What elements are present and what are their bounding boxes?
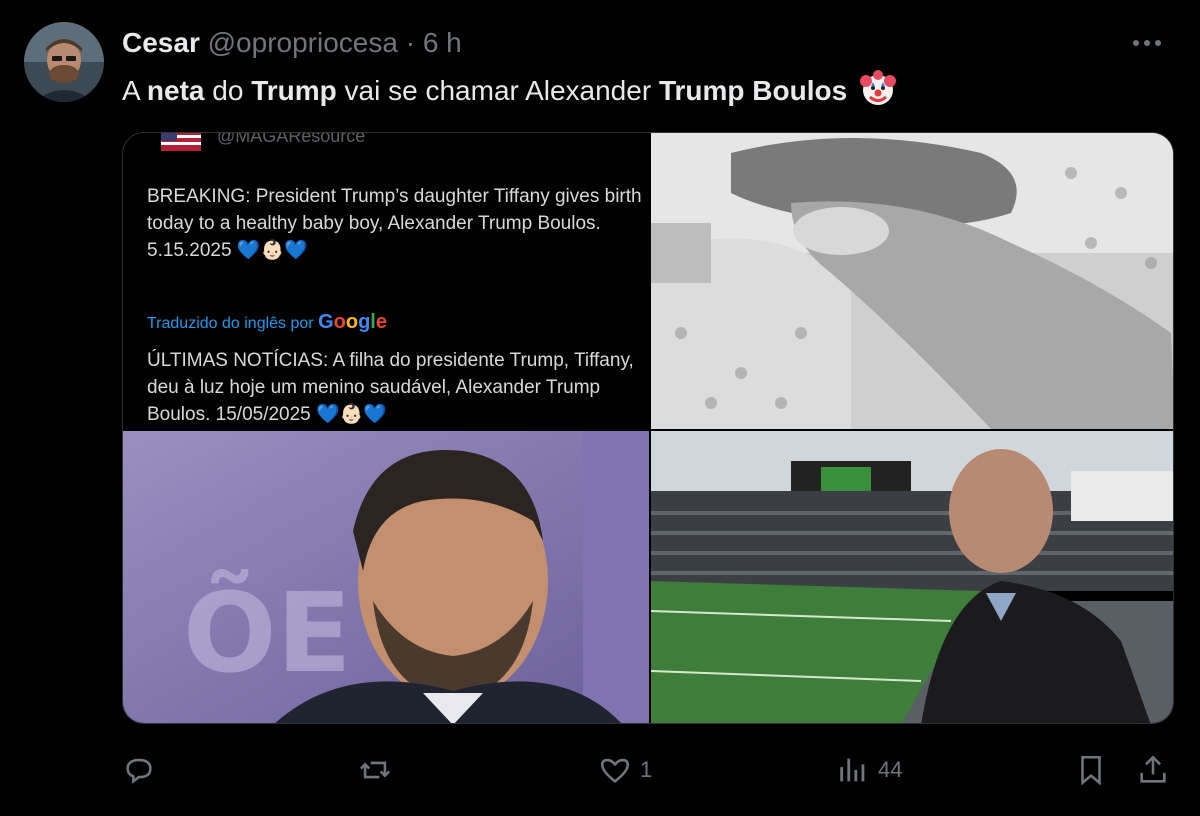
- tweet-text-part: A: [122, 75, 147, 106]
- svg-text:ÕE: ÕE: [183, 568, 352, 697]
- bookmark-icon: [1081, 755, 1101, 786]
- tweet-text-bold: neta: [146, 75, 205, 106]
- action-bar: 1 44: [122, 748, 1174, 792]
- views-button[interactable]: 44: [836, 748, 902, 792]
- author-name[interactable]: Cesar: [122, 27, 200, 58]
- avatar-image: [24, 22, 104, 102]
- tweet-text-bold: Trump: [251, 75, 337, 106]
- tweet-text-part: do: [204, 75, 252, 106]
- translation-attribution: Traduzido do inglês por Google: [147, 309, 387, 337]
- man-portrait-photo: ÕE: [123, 431, 649, 723]
- retweet-icon: [359, 761, 391, 779]
- quoted-translated-text: ÚLTIMAS NOTÍCIAS: A filha do presidente …: [147, 350, 634, 425]
- like-count: 1: [640, 757, 653, 782]
- media-grid: @MAGAResource BREAKING: President Trump’…: [122, 132, 1174, 724]
- tweet-header: Cesar @opropriocesa · 6 h: [122, 27, 462, 59]
- tweet-text-part: vai se chamar Alexander: [336, 75, 659, 106]
- stadium-photo: [651, 431, 1173, 723]
- media-image-quote-screenshot[interactable]: @MAGAResource BREAKING: President Trump’…: [123, 133, 649, 429]
- retweet-button[interactable]: [358, 748, 400, 792]
- share-icon: [1140, 755, 1166, 783]
- heart-icon: [600, 758, 630, 783]
- flag-avatar-icon: [161, 133, 201, 151]
- more-options-button[interactable]: [1124, 30, 1170, 56]
- baby-hand-photo: [651, 133, 1173, 429]
- quoted-original-text: BREAKING: President Trump’s daughter Tif…: [147, 186, 642, 261]
- tweet-text-bold: Trump Boulos: [658, 75, 848, 106]
- reply-icon: [126, 758, 152, 784]
- timestamp[interactable]: 6 h: [423, 27, 462, 58]
- views-chart-icon: [840, 758, 865, 782]
- translation-label: Traduzido do inglês por: [147, 315, 314, 332]
- more-icon: [1133, 40, 1161, 46]
- share-button[interactable]: [1136, 748, 1170, 792]
- clown-face-icon: [859, 70, 896, 105]
- quoted-handle: @MAGAResource: [217, 133, 366, 146]
- media-image-baby-hand[interactable]: [651, 133, 1173, 429]
- media-image-man-portrait[interactable]: ÕE: [123, 431, 649, 723]
- separator-dot: ·: [405, 27, 416, 58]
- reply-button[interactable]: [122, 748, 164, 792]
- google-logo: Google: [318, 311, 387, 333]
- author-handle[interactable]: @opropriocesa: [208, 27, 398, 58]
- bookmark-button[interactable]: [1074, 748, 1108, 792]
- views-count: 44: [878, 757, 903, 782]
- like-button[interactable]: 1: [598, 748, 652, 792]
- media-image-stadium[interactable]: [651, 431, 1173, 723]
- tweet-text: A neta do Trump vai se chamar Alexander …: [122, 70, 897, 109]
- avatar[interactable]: [24, 22, 104, 102]
